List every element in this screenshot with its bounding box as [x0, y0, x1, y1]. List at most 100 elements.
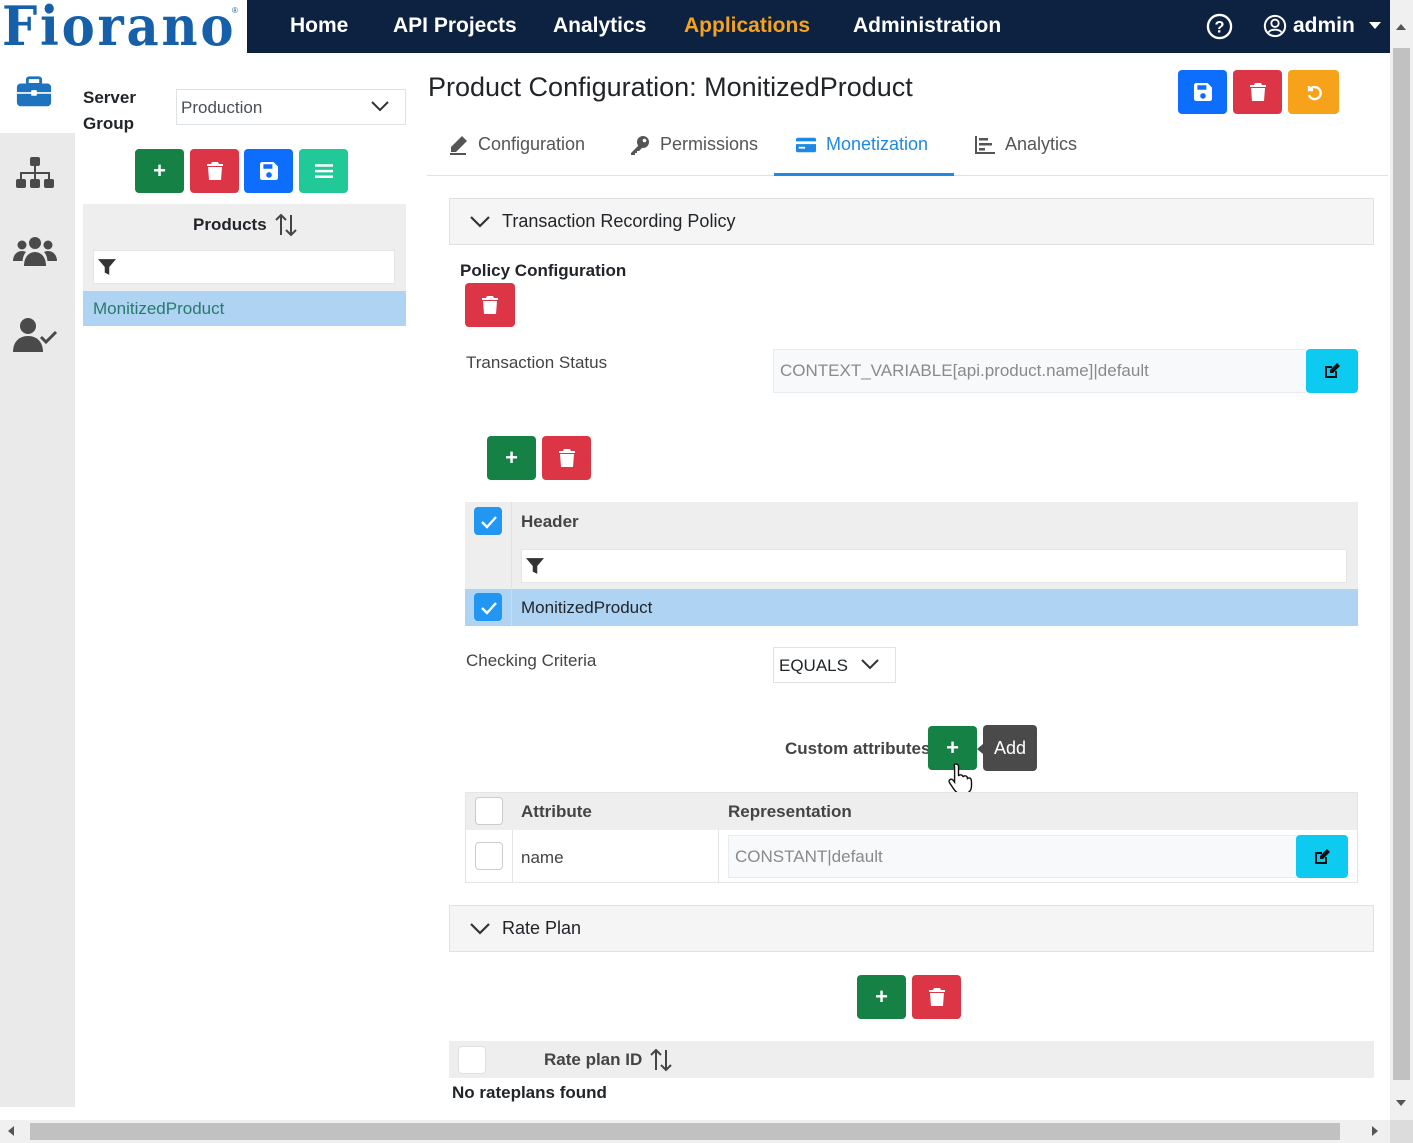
- tab-configuration-label: Configuration: [478, 134, 586, 154]
- products-filter-input[interactable]: [93, 250, 395, 284]
- scroll-up-arrow-icon: [1396, 24, 1406, 30]
- help-icon[interactable]: ?: [1206, 13, 1233, 40]
- add-rate-plan-button[interactable]: +: [857, 975, 906, 1019]
- horizontal-scroll-thumb[interactable]: [30, 1123, 1340, 1140]
- header-row-value: MonitizedProduct: [521, 598, 653, 617]
- sort-icon: [274, 213, 297, 237]
- pencil-icon: [450, 135, 467, 155]
- rate-plan-table-header: Rate plan ID: [449, 1041, 1374, 1078]
- filter-icon: [98, 259, 116, 275]
- header-filter-input[interactable]: [521, 549, 1347, 583]
- nav-administration[interactable]: Administration: [853, 14, 1001, 38]
- server-group-label: Server Group: [83, 85, 136, 137]
- product-name: MonitizedProduct: [93, 299, 225, 318]
- page-title: Product Configuration: MonitizedProduct: [428, 72, 913, 102]
- chart-icon: [975, 135, 995, 154]
- rate-plan-accordion[interactable]: Rate Plan: [449, 905, 1374, 952]
- representation-input[interactable]: CONSTANT|default: [728, 835, 1298, 878]
- left-rail: [0, 53, 75, 1107]
- vertical-scroll-thumb[interactable]: [1393, 48, 1410, 1080]
- list-button[interactable]: [299, 149, 348, 193]
- check-icon: [481, 602, 497, 615]
- chevron-down-icon: [470, 215, 490, 228]
- checking-criteria-value: EQUALS: [779, 656, 848, 675]
- attribute-select-all-checkbox[interactable]: [475, 797, 503, 825]
- delete-config-button[interactable]: [1233, 70, 1282, 114]
- reset-config-button[interactable]: [1288, 70, 1339, 114]
- users-icon[interactable]: [12, 234, 58, 274]
- product-list-item[interactable]: MonitizedProduct: [83, 291, 406, 326]
- svg-text:?: ?: [1214, 18, 1224, 36]
- attribute-table: Attribute Representation name CONSTANT|d…: [465, 792, 1358, 883]
- header-select-all-checkbox[interactable]: [474, 507, 502, 535]
- add-tooltip-text: Add: [993, 737, 1027, 758]
- delete-product-button[interactable]: [190, 149, 239, 193]
- checking-criteria-label: Checking Criteria: [466, 651, 597, 670]
- add-tooltip: Add: [983, 725, 1037, 771]
- trash-icon: [1249, 83, 1266, 101]
- edit-representation-button[interactable]: [1296, 835, 1348, 878]
- representation-column-title: Representation: [728, 802, 852, 821]
- policy-configuration-label: Policy Configuration: [460, 261, 627, 280]
- save-config-button[interactable]: [1178, 70, 1227, 114]
- chevron-down-icon: [861, 659, 879, 670]
- nav-analytics[interactable]: Analytics: [553, 14, 646, 38]
- sort-icon: [650, 1048, 672, 1072]
- horizontal-scrollbar[interactable]: [0, 1120, 1390, 1143]
- header-column-title: Header: [521, 512, 579, 531]
- attribute-name: name: [521, 848, 564, 867]
- briefcase-icon[interactable]: [15, 75, 61, 115]
- trash-icon: [928, 988, 945, 1006]
- filter-icon: [526, 558, 544, 574]
- rate-plan-id-column[interactable]: Rate plan ID: [544, 1048, 672, 1072]
- top-navbar: Fiorano ® Home API Projects Analytics Ap…: [0, 0, 1390, 53]
- save-icon: [259, 162, 278, 180]
- transaction-status-input[interactable]: CONTEXT_VARIABLE[api.product.name]|defau…: [773, 349, 1307, 393]
- attribute-column-title: Attribute: [521, 802, 592, 821]
- server-group-select[interactable]: Production: [176, 89, 406, 125]
- save-product-button[interactable]: [244, 149, 293, 193]
- products-header[interactable]: Products: [193, 213, 297, 237]
- active-tab-underline: [774, 173, 954, 176]
- undo-icon: [1307, 85, 1322, 101]
- hand-pointer-cursor-icon: [948, 763, 973, 795]
- nav-applications[interactable]: Applications: [684, 14, 810, 38]
- user-name: admin: [1293, 14, 1355, 37]
- attribute-row[interactable]: name CONSTANT|default: [466, 830, 1357, 883]
- save-icon: [1193, 83, 1212, 101]
- chevron-down-icon: [470, 922, 490, 935]
- delete-header-button[interactable]: [542, 436, 591, 480]
- tab-monetization[interactable]: Monetization: [796, 134, 928, 155]
- tab-permissions[interactable]: Permissions: [630, 134, 758, 155]
- attribute-row-divider-2: [718, 830, 719, 883]
- user-menu[interactable]: admin: [1263, 14, 1381, 38]
- tab-analytics[interactable]: Analytics: [975, 134, 1077, 155]
- attribute-row-checkbox[interactable]: [475, 842, 503, 870]
- edit-icon: [1325, 363, 1340, 378]
- trash-icon: [206, 162, 223, 180]
- transaction-policy-accordion[interactable]: Transaction Recording Policy: [449, 198, 1374, 245]
- delete-rate-plan-button[interactable]: [912, 975, 961, 1019]
- chevron-down-icon: [371, 101, 389, 112]
- scroll-right-arrow-icon: [1372, 1126, 1378, 1136]
- add-product-button[interactable]: +: [135, 149, 184, 193]
- add-header-button[interactable]: +: [487, 436, 536, 480]
- delete-policy-button[interactable]: [465, 283, 515, 327]
- scrollbar-corner: [1390, 1120, 1413, 1143]
- rate-plan-select-all-checkbox[interactable]: [458, 1046, 486, 1074]
- tab-permissions-label: Permissions: [660, 134, 759, 154]
- user-check-icon[interactable]: [12, 316, 58, 356]
- header-row[interactable]: MonitizedProduct: [465, 589, 1358, 626]
- fiorano-logo[interactable]: Fiorano ®: [0, 0, 247, 53]
- tab-configuration[interactable]: Configuration: [448, 134, 585, 155]
- tab-monetization-label: Monetization: [826, 134, 929, 154]
- transaction-policy-title: Transaction Recording Policy: [502, 211, 736, 231]
- vertical-scrollbar[interactable]: [1390, 0, 1413, 1120]
- checking-criteria-select[interactable]: EQUALS: [773, 647, 896, 683]
- representation-value: CONSTANT|default: [735, 846, 883, 866]
- nav-api-projects[interactable]: API Projects: [393, 14, 517, 38]
- edit-transaction-status-button[interactable]: [1306, 349, 1358, 393]
- sitemap-icon[interactable]: [15, 156, 61, 196]
- header-row-checkbox[interactable]: [474, 593, 502, 621]
- nav-home[interactable]: Home: [290, 14, 348, 38]
